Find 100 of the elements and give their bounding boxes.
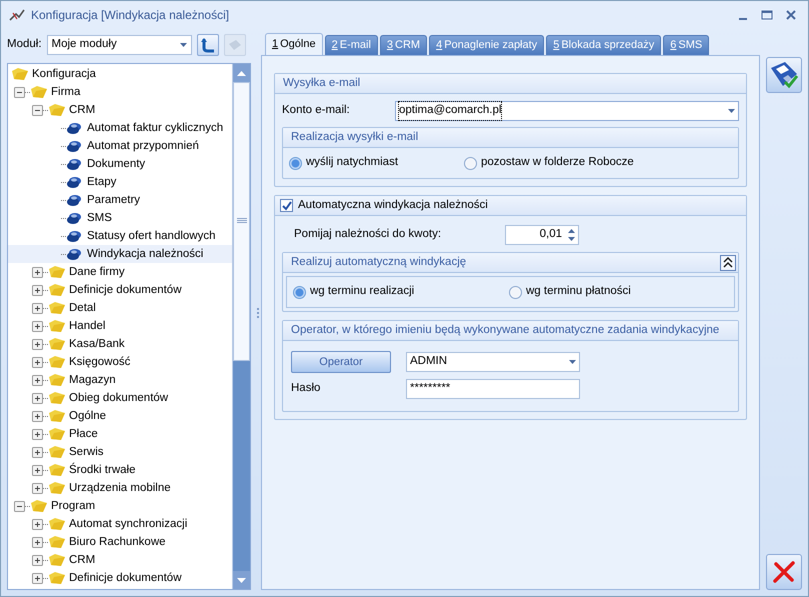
minimize-icon xyxy=(739,18,747,20)
collapse-icon[interactable] xyxy=(720,254,736,270)
floppy-disk-icon xyxy=(769,60,799,90)
radio-button[interactable] xyxy=(464,156,477,170)
tree-item[interactable]: SMS xyxy=(84,210,115,226)
collapse-icon[interactable] xyxy=(14,500,25,512)
tree-item[interactable]: Statusy ofert handlowych xyxy=(84,228,218,244)
operator-button[interactable]: Operator xyxy=(291,351,391,373)
expand-icon[interactable] xyxy=(32,374,43,386)
tree-item[interactable]: Serwis xyxy=(66,444,107,460)
folder-icon xyxy=(49,518,65,530)
folder-icon xyxy=(49,428,65,440)
save-button[interactable] xyxy=(766,57,802,93)
expand-icon[interactable] xyxy=(32,446,43,458)
module-dropdown[interactable]: Moje moduły xyxy=(46,35,192,55)
maximize-icon xyxy=(761,10,773,20)
arrow-icon xyxy=(200,37,216,53)
tree-item[interactable]: Parametry xyxy=(84,192,144,208)
tree-item[interactable]: Automat synchronizacji xyxy=(66,516,190,532)
collapse-icon[interactable] xyxy=(32,104,43,116)
checkbox[interactable] xyxy=(280,199,293,212)
tree-item[interactable]: Definicje dokumentów xyxy=(66,570,185,586)
tab[interactable]: 1 Ogólne xyxy=(265,33,323,55)
tree-item[interactable]: Automat faktur cyklicznych xyxy=(84,120,226,136)
document-icon xyxy=(67,158,81,170)
group-title: Realizuj automatyczną windykację xyxy=(291,254,466,270)
folder-icon xyxy=(49,302,65,314)
document-icon xyxy=(67,248,81,260)
folder-icon xyxy=(49,446,65,458)
folder-icon xyxy=(49,104,65,116)
radio-button[interactable] xyxy=(289,156,302,170)
document-icon xyxy=(67,122,81,134)
expand-icon[interactable] xyxy=(32,518,43,530)
email-dropdown[interactable]: optima@comarch.pl xyxy=(395,101,739,121)
tree-item[interactable]: Środki trwałe xyxy=(66,462,138,478)
spinner-arrows-icon[interactable] xyxy=(568,229,575,241)
tree-item[interactable]: Kasa/Bank xyxy=(66,336,128,352)
folder-icon xyxy=(49,482,65,494)
expand-icon[interactable] xyxy=(32,482,43,494)
scrollbar[interactable] xyxy=(232,64,250,589)
folder-icon xyxy=(49,284,65,296)
expand-icon[interactable] xyxy=(32,320,43,332)
tree-item[interactable]: Automat przypomnień xyxy=(84,138,202,154)
scroll-up-icon[interactable] xyxy=(237,70,246,76)
tree-item[interactable]: Definicje dokumentów xyxy=(66,282,185,298)
expand-icon[interactable] xyxy=(32,356,43,368)
expand-icon[interactable] xyxy=(32,284,43,296)
expand-icon[interactable] xyxy=(32,302,43,314)
radio-label[interactable]: wyślij natychmiast xyxy=(306,154,398,172)
document-icon xyxy=(67,140,81,152)
window-title: Konfiguracja [Windykacja należności] xyxy=(31,7,230,24)
tree-item[interactable]: Firma xyxy=(48,84,84,100)
folder-icon xyxy=(49,572,65,584)
folder-icon xyxy=(49,392,65,404)
tree-item[interactable]: Konfiguracja xyxy=(29,66,99,82)
cancel-button[interactable] xyxy=(766,554,802,590)
expand-icon[interactable] xyxy=(32,554,43,566)
folder-icon xyxy=(49,266,65,278)
caret-icon xyxy=(180,43,187,47)
tree-item[interactable]: Księgowość xyxy=(66,354,134,370)
caret-icon xyxy=(728,109,735,113)
operator-dropdown[interactable]: ADMIN xyxy=(406,352,580,372)
radio-button[interactable] xyxy=(509,286,522,298)
scroll-down-icon[interactable] xyxy=(237,578,246,582)
collapse-icon[interactable] xyxy=(14,86,25,98)
grip-icon[interactable] xyxy=(236,218,246,224)
tree-item[interactable]: Detal xyxy=(66,300,99,316)
tree-item[interactable]: Handel xyxy=(66,318,108,334)
tree-item[interactable]: Dokumenty xyxy=(84,156,148,172)
tree-item[interactable]: Magazyn xyxy=(66,372,119,388)
expand-icon[interactable] xyxy=(32,428,43,440)
tree-item[interactable]: Dane firmy xyxy=(66,264,128,280)
tree-item[interactable]: Obieg dokumentów xyxy=(66,390,172,406)
tree-item[interactable]: Urządzenia mobilne xyxy=(66,480,174,496)
radio-button[interactable] xyxy=(293,286,306,298)
folder-icon xyxy=(49,536,65,548)
expand-icon[interactable] xyxy=(32,338,43,350)
section-title: Wysyłka e-mail xyxy=(283,76,360,91)
password-field[interactable]: ********* xyxy=(406,379,580,399)
folder-icon xyxy=(49,374,65,386)
folder-icon xyxy=(12,68,28,80)
radio-label[interactable]: wg terminu płatności xyxy=(526,283,631,301)
radio-label[interactable]: wg terminu realizacji xyxy=(310,283,414,301)
tree-item[interactable]: Etapy xyxy=(84,174,120,190)
amount-spinner[interactable]: 0,01 xyxy=(505,225,579,245)
tree-item[interactable]: Program xyxy=(48,498,98,514)
radio-label[interactable]: pozostaw w folderze Robocze xyxy=(481,154,634,172)
expand-icon[interactable] xyxy=(32,392,43,404)
tree-item[interactable]: Ogólne xyxy=(66,408,110,424)
expand-icon[interactable] xyxy=(32,572,43,584)
app-icon xyxy=(9,8,25,22)
tree-item[interactable]: Płace xyxy=(66,426,101,442)
tree-item[interactable]: Biuro Rachunkowe xyxy=(66,534,169,550)
tree-item[interactable]: CRM xyxy=(66,102,98,118)
expand-icon[interactable] xyxy=(32,266,43,278)
refresh-button[interactable] xyxy=(196,34,219,56)
tree-item[interactable]: CRM xyxy=(66,552,98,568)
expand-icon[interactable] xyxy=(32,536,43,548)
expand-icon[interactable] xyxy=(32,410,43,422)
expand-icon[interactable] xyxy=(32,464,43,476)
